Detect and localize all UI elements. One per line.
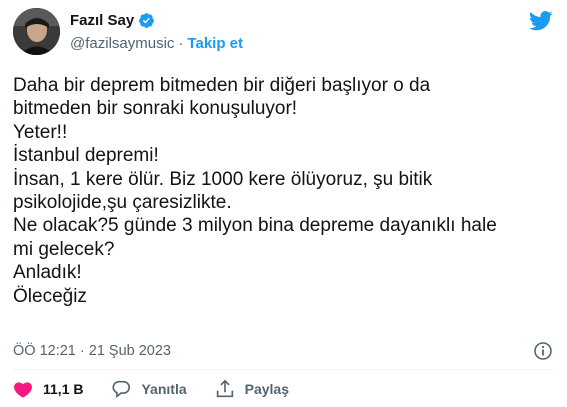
- tweet-card: Fazıl Say @fazilsaymusic · Takip et Daha…: [0, 0, 567, 407]
- tweet-line: Ne olacak?5 günde 3 milyon bina depreme …: [13, 215, 497, 237]
- tweet-line: İnsan, 1 kere ölür. Biz 1000 kere ölüyor…: [13, 168, 433, 190]
- tweet-line: İstanbul depremi!: [13, 145, 159, 167]
- follow-button[interactable]: Takip et: [187, 35, 243, 52]
- separator-dot: ·: [178, 35, 184, 52]
- tweet-line: Yeter!!: [13, 121, 68, 143]
- tweet-line: mi gelecek?: [13, 238, 115, 260]
- info-icon[interactable]: [533, 341, 553, 361]
- tweet-timestamp[interactable]: ÖÖ 12:21 · 21 Şub 2023: [13, 343, 171, 359]
- tweet-text: Daha bir deprem bitmeden bir diğeri başl…: [13, 74, 548, 308]
- user-handle[interactable]: @fazilsaymusic: [70, 35, 174, 52]
- divider: [13, 369, 554, 370]
- avatar[interactable]: [13, 8, 60, 55]
- like-button[interactable]: 11,1 B: [13, 380, 83, 398]
- tweet-line: Daha bir deprem bitmeden bir diğeri başl…: [13, 75, 431, 96]
- verified-badge-icon: [138, 12, 155, 29]
- reply-label: Yanıtla: [141, 381, 187, 397]
- reply-icon: [112, 380, 131, 398]
- display-name[interactable]: Fazıl Say: [70, 12, 134, 29]
- heart-icon: [14, 382, 32, 398]
- twitter-bird-icon[interactable]: [529, 11, 553, 31]
- share-label: Paylaş: [244, 381, 289, 397]
- tweet-line: bitmeden bir sonraki konuşuluyor!: [13, 98, 298, 120]
- share-icon: [216, 380, 233, 398]
- action-bar: 11,1 B Yanıtla Paylaş: [13, 380, 317, 398]
- tweet-line: Anladık!: [13, 262, 82, 284]
- tweet-line: Öleceğiz: [13, 285, 87, 307]
- like-count: 11,1 B: [43, 381, 84, 397]
- handle-row: @fazilsaymusic · Takip et: [70, 35, 243, 52]
- tweet-line: psikolojide,şu çaresizlikte.: [13, 192, 232, 214]
- share-button[interactable]: Paylaş: [215, 380, 289, 398]
- name-row: Fazıl Say: [70, 12, 155, 29]
- reply-button[interactable]: Yanıtla: [111, 380, 187, 398]
